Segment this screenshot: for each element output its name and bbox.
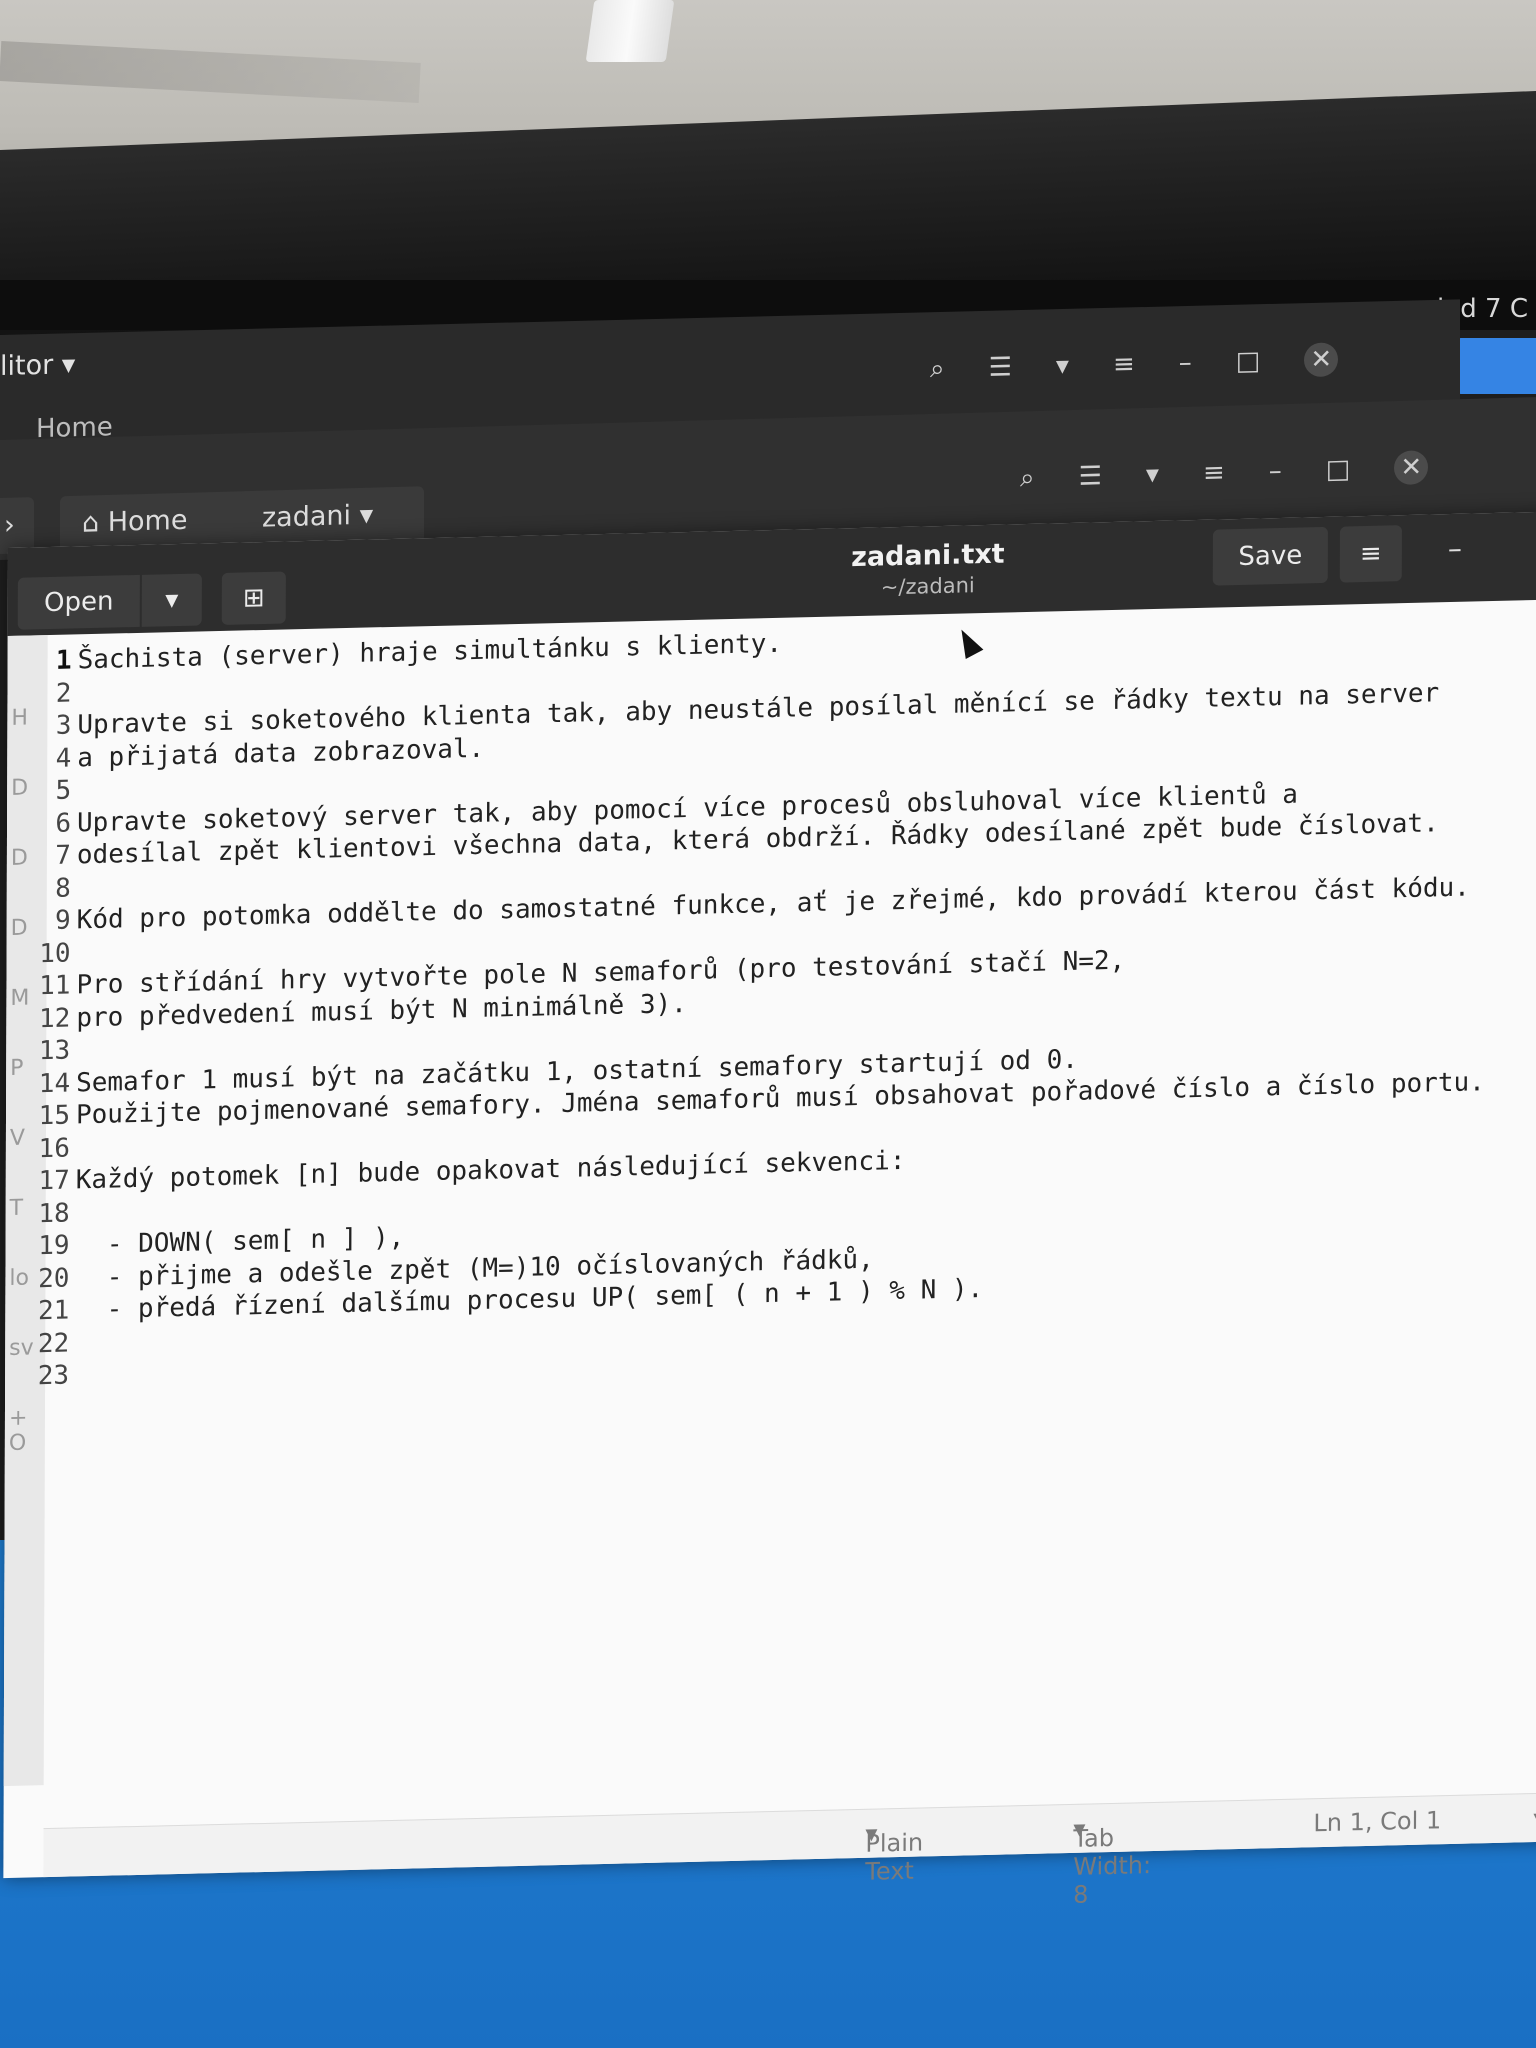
nav-back-button[interactable]: › [0, 497, 34, 555]
tab-width-selector[interactable]: Tab Width: 8 ▾ [1073, 1815, 1151, 1909]
line-text[interactable] [75, 774, 77, 807]
close-icon[interactable]: ✕ [1304, 342, 1339, 378]
document-title: zadani.txt [851, 538, 1005, 574]
document-path: ~/zadani [880, 573, 975, 600]
text-editor-window[interactable]: Open ▾ ⊞ zadani.txt ~/zadani Save ≡ – H D… [3, 511, 1536, 1909]
ceiling-light [585, 0, 675, 62]
line-number: 21 [37, 1295, 70, 1327]
new-document-button[interactable]: ⊞ [221, 571, 286, 625]
line-number: 17 [38, 1165, 70, 1197]
search-icon[interactable]: ⌕ [1020, 463, 1035, 494]
sidebar-peek-letter: D [11, 775, 29, 801]
line-number: 4 [55, 743, 72, 774]
chevron-down-icon: ▾ [165, 584, 179, 616]
sidebar-peek-letter: + O [8, 1405, 28, 1456]
menu-button[interactable]: ≡ [1339, 525, 1402, 583]
line-text[interactable] [74, 1132, 76, 1165]
side-app-window[interactable] [1455, 338, 1536, 394]
line-text[interactable] [73, 1327, 75, 1360]
line-number: 20 [38, 1263, 70, 1294]
line-number: 10 [39, 938, 71, 969]
line-number: 13 [38, 1035, 71, 1067]
line-number: 11 [39, 970, 71, 1002]
list-icon[interactable]: ☰ [1079, 461, 1102, 492]
line-text[interactable] [74, 1034, 76, 1067]
line-number: 6 [55, 808, 72, 839]
line-text[interactable] [74, 1197, 76, 1230]
line-number: 16 [38, 1133, 70, 1164]
home-icon: ⌂ [82, 506, 108, 539]
line-number: 23 [37, 1360, 70, 1392]
maximize-icon[interactable]: □ [1326, 454, 1351, 485]
minimize-icon[interactable]: – [1448, 532, 1462, 565]
sidebar-peek-letter: P [10, 1055, 24, 1081]
minimize-icon[interactable]: – [1179, 348, 1192, 378]
new-tab-icon: ⊞ [242, 582, 265, 614]
line-text[interactable] [75, 937, 77, 970]
line-text[interactable] [73, 1359, 75, 1392]
open-dropdown-button[interactable]: ▾ [141, 573, 202, 627]
line-number: 12 [38, 1003, 71, 1034]
chevron-down-icon[interactable]: ▾ [1056, 351, 1069, 381]
hamburger-icon[interactable]: ≡ [1113, 349, 1135, 380]
maximize-icon[interactable]: □ [1236, 346, 1261, 377]
cursor-position: Ln 1, Col 1 [1313, 1806, 1442, 1838]
breadcrumb-folder-label: zadani [262, 500, 352, 534]
line-text[interactable] [75, 677, 77, 710]
line-number: 14 [38, 1068, 71, 1099]
app-menu-title[interactable]: litor ▾ [0, 349, 75, 382]
line-text[interactable] [75, 872, 77, 905]
header-icons: ⌕ ☰ ▾ ≡ – □ ✕ [930, 342, 1339, 386]
minimize-icon[interactable]: – [1269, 456, 1282, 486]
line-number: 8 [55, 873, 71, 904]
sidebar-peek-letter: lo [9, 1265, 30, 1291]
sidebar-peek-letter: D [10, 845, 28, 871]
line-number: 5 [55, 775, 72, 806]
open-button[interactable]: Open [17, 574, 140, 630]
ceiling-beam [0, 41, 421, 103]
line-number: 9 [54, 905, 71, 936]
text-editor-area[interactable]: 1 Šachista (server) hraje simultánku s kl… [33, 609, 1536, 1393]
breadcrumb-home-label: Home [107, 504, 188, 538]
line-number: 1 [55, 645, 72, 676]
list-icon[interactable]: ☰ [989, 352, 1012, 383]
line-number: 15 [38, 1100, 71, 1132]
hamburger-icon[interactable]: ≡ [1203, 458, 1225, 489]
line-number: 18 [38, 1198, 70, 1229]
sidebar-peek-letter: V [9, 1125, 26, 1151]
language-label: Plain Text [865, 1828, 924, 1886]
line-number: 19 [38, 1230, 70, 1262]
language-selector[interactable]: Plain Text ▾ [865, 1820, 923, 1886]
chevron-down-icon: ▾ [359, 499, 374, 531]
header-icons: ⌕ ☰ ▾ ≡ – □ ✕ [1020, 450, 1429, 495]
chevron-down-icon[interactable]: ▾ [1146, 460, 1159, 490]
sidebar-peek-letter: H [11, 705, 28, 731]
sidebar-peek-letter: M [10, 985, 30, 1011]
close-icon[interactable]: ✕ [1394, 450, 1429, 486]
line-number: 2 [55, 678, 72, 709]
save-button[interactable]: Save [1212, 526, 1328, 586]
line-number: 22 [37, 1328, 70, 1359]
tab-width-label: Tab Width: 8 [1073, 1823, 1152, 1909]
line-number: 7 [55, 840, 71, 871]
search-icon[interactable]: ⌕ [930, 353, 945, 384]
sidebar-peek-letter: D [10, 915, 28, 941]
line-number: 3 [55, 710, 72, 741]
hamburger-icon: ≡ [1359, 538, 1382, 570]
sidebar-peek-letter: T [9, 1195, 24, 1221]
sidebar-peek-letter: sv [9, 1335, 34, 1361]
